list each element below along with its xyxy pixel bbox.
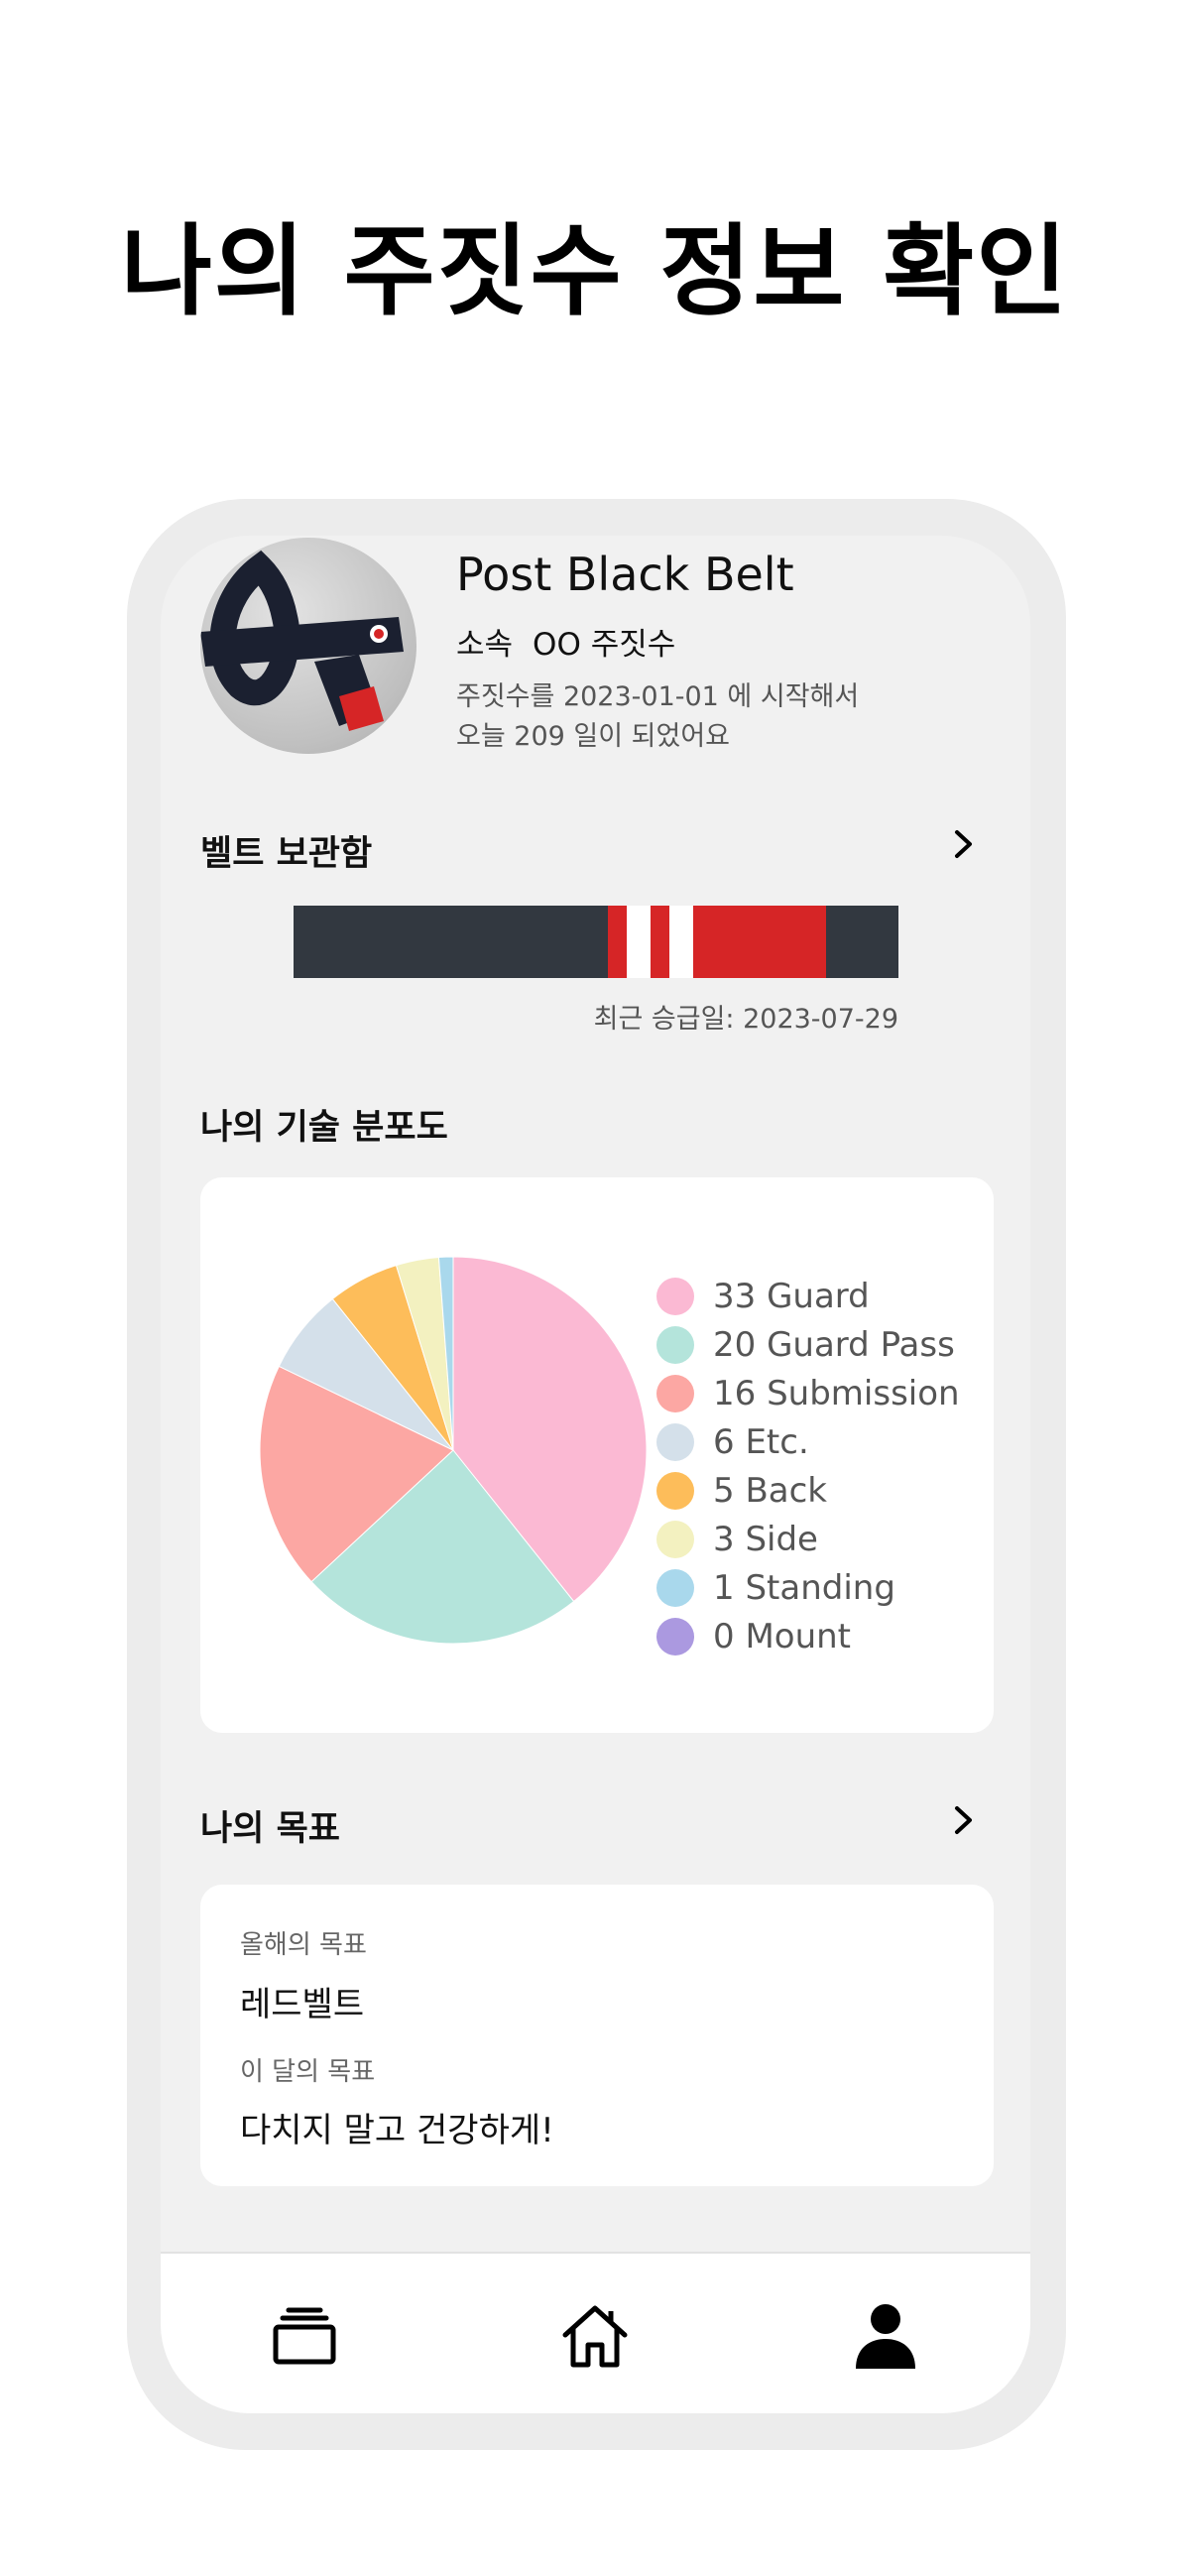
legend-item: 0 Mount <box>656 1612 960 1660</box>
technique-legend: 33 Guard 20 Guard Pass 16 Submission 6 Etc.… <box>656 1272 960 1660</box>
legend-item: 3 Side <box>656 1515 960 1563</box>
month-goal-label: 이 달의 목표 <box>240 2057 376 2087</box>
affiliation-label: 소속 <box>456 627 514 663</box>
legend-item: 20 Guard Pass <box>656 1320 960 1369</box>
legend-dot <box>656 1422 694 1461</box>
month-goal-value: 다치지 말고 건강하게! <box>240 2111 554 2150</box>
headline: 나의 주짓수 정보 확인 <box>120 213 1070 329</box>
legend-label: 33 Guard <box>713 1276 870 1316</box>
legend-label: 20 Guard Pass <box>713 1324 955 1365</box>
year-goal-label: 올해의 목표 <box>240 1930 367 1960</box>
profile-affiliation: 소속 OO 주짓수 <box>456 619 695 664</box>
legend-dot <box>656 1374 694 1412</box>
year-goal-value: 레드벨트 <box>240 1985 365 2024</box>
belt-stripe <box>627 906 651 978</box>
legend-item: 33 Guard <box>656 1272 960 1320</box>
profile-start-line: 주짓수를 2023-01-01 에 시작해서 <box>456 681 860 712</box>
technique-pie-chart <box>259 1256 648 1645</box>
affiliation-value: OO 주짓수 <box>533 627 676 663</box>
home-icon[interactable] <box>560 2301 630 2371</box>
belt-box-chevron-icon[interactable] <box>949 829 979 859</box>
belt-avatar-image <box>200 538 416 754</box>
legend-label: 0 Mount <box>713 1616 852 1656</box>
legend-label: 3 Side <box>713 1519 818 1559</box>
legend-dot <box>656 1277 694 1315</box>
belt-stripe <box>608 906 627 978</box>
belt-stripe <box>669 906 693 978</box>
belt-stripe <box>693 906 826 978</box>
legend-dot <box>656 1471 694 1510</box>
profile-belt-title: Post Black Belt <box>456 548 794 601</box>
goals-title: 나의 목표 <box>200 1809 340 1849</box>
legend-label: 16 Submission <box>713 1373 960 1413</box>
legend-item: 1 Standing <box>656 1563 960 1612</box>
legend-item: 16 Submission <box>656 1369 960 1417</box>
profile-days-line: 오늘 209 일이 되었어요 <box>456 721 731 752</box>
legend-label: 1 Standing <box>713 1567 895 1608</box>
cards-icon[interactable] <box>270 2301 339 2371</box>
latest-promotion-date: 최근 승급일: 2023-07-29 <box>593 1004 898 1035</box>
belt-box-title: 벨트 보관함 <box>200 834 373 874</box>
belt-graphic[interactable] <box>294 906 898 978</box>
bottom-tab-bar <box>161 2252 1030 2413</box>
goals-card: 올해의 목표 레드벨트 이 달의 목표 다치지 말고 건강하게! <box>200 1885 994 2186</box>
legend-dot <box>656 1568 694 1607</box>
legend-label: 6 Etc. <box>713 1421 809 1462</box>
legend-label: 5 Back <box>713 1470 827 1511</box>
goals-chevron-icon[interactable] <box>949 1805 979 1835</box>
technique-title: 나의 기술 분포도 <box>200 1108 448 1148</box>
legend-item: 6 Etc. <box>656 1417 960 1466</box>
phone-screen: Post Black Belt 소속 OO 주짓수 주짓수를 2023-01-01… <box>161 536 1030 2413</box>
legend-dot <box>656 1520 694 1558</box>
legend-dot <box>656 1617 694 1656</box>
legend-dot <box>656 1325 694 1364</box>
belt-stripe <box>651 906 669 978</box>
profile-icon[interactable] <box>851 2301 920 2371</box>
technique-card: 33 Guard 20 Guard Pass 16 Submission 6 Etc.… <box>200 1177 994 1733</box>
legend-item: 5 Back <box>656 1466 960 1515</box>
